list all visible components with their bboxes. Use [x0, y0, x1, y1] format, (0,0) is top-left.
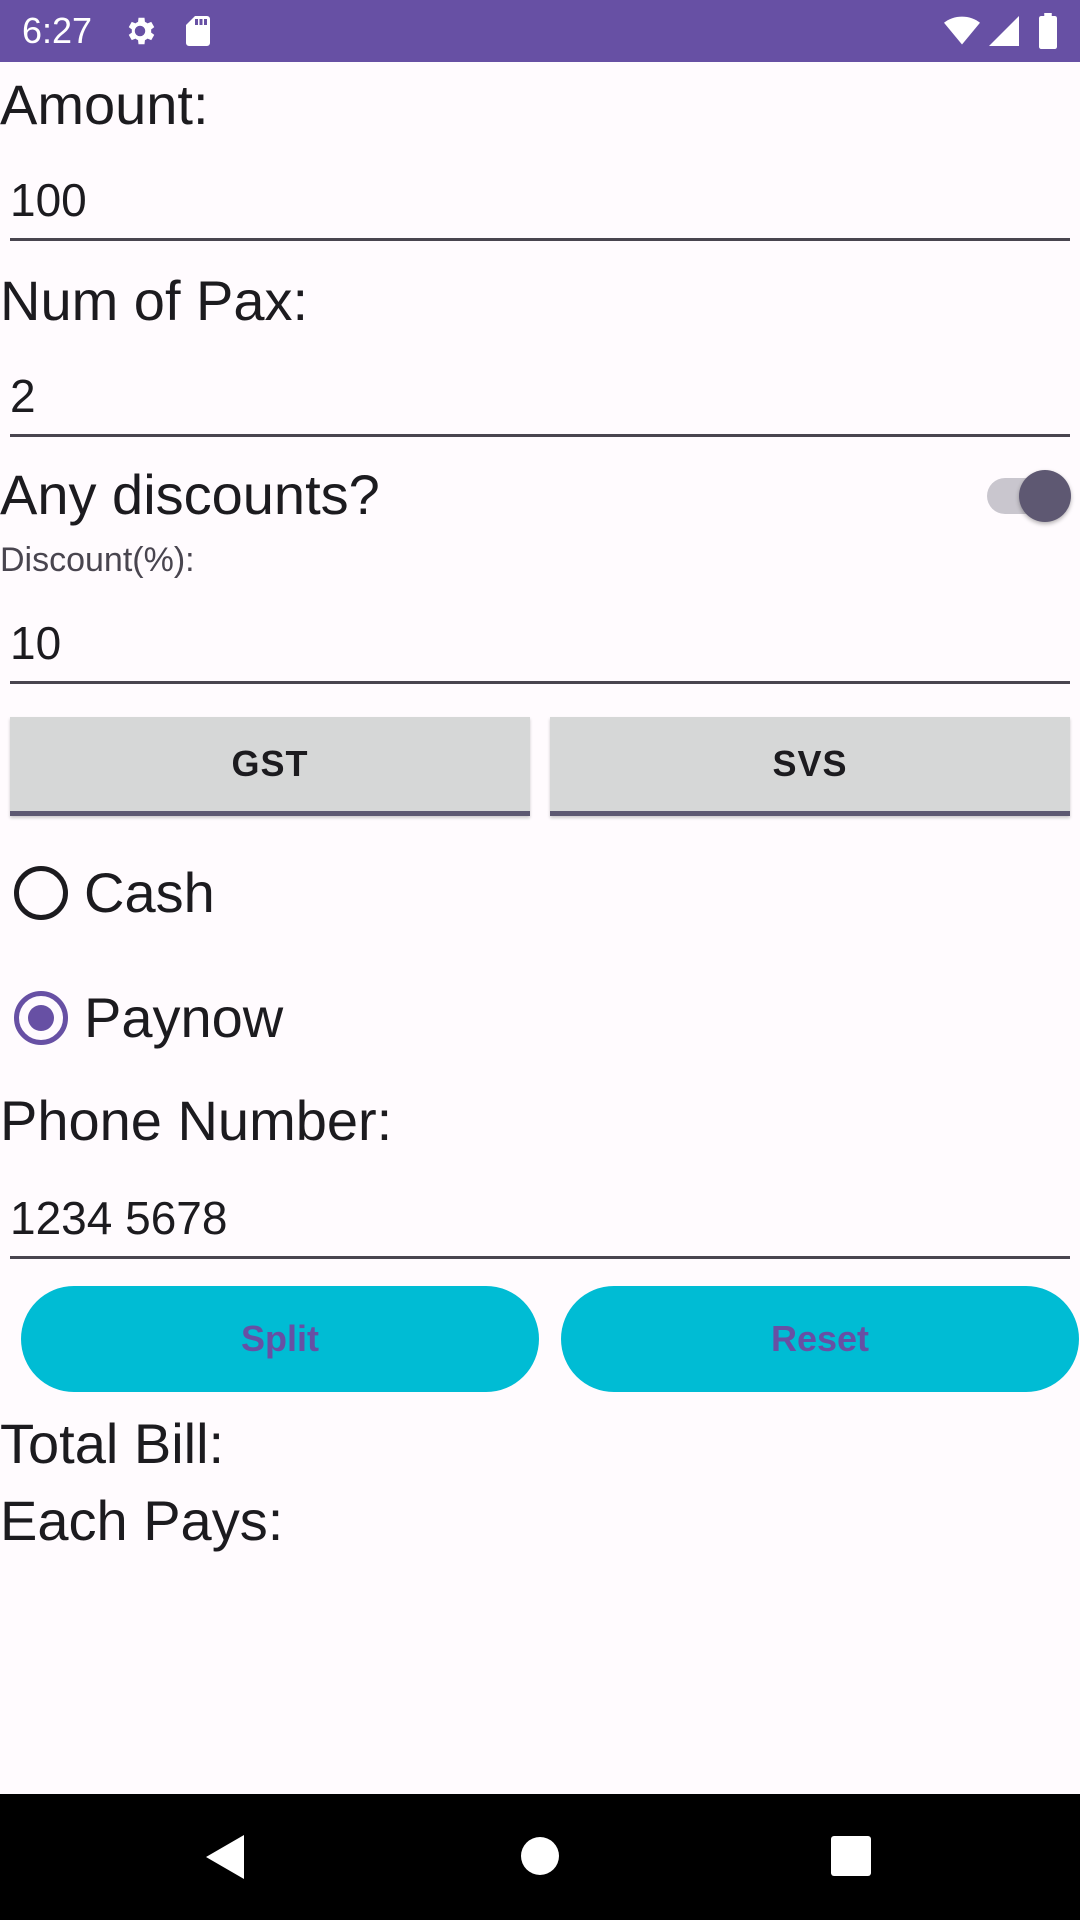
split-button[interactable]: Split	[21, 1286, 539, 1392]
cash-radio[interactable]	[14, 866, 68, 920]
svs-button[interactable]: SVS	[550, 717, 1070, 816]
reset-button[interactable]: Reset	[561, 1286, 1079, 1392]
pax-label: Num of Pax:	[0, 269, 309, 332]
paynow-radio[interactable]	[14, 991, 68, 1045]
discount-label: Discount(%):	[0, 541, 195, 579]
radio-selected-dot	[28, 1005, 54, 1031]
recents-icon[interactable]	[831, 1836, 871, 1881]
discount-field[interactable]: 10	[10, 611, 1070, 684]
paynow-label: Paynow	[84, 986, 284, 1049]
phone-label: Phone Number:	[0, 1089, 393, 1152]
cell-signal-icon	[986, 13, 1022, 49]
status-time: 6:27	[22, 10, 93, 51]
home-icon[interactable]	[520, 1836, 560, 1881]
gear-icon	[122, 13, 158, 49]
pax-field[interactable]: 2	[10, 364, 1070, 437]
discount-switch[interactable]	[985, 464, 1075, 526]
switch-thumb	[1019, 470, 1071, 522]
wifi-icon	[944, 13, 980, 49]
status-bar: 6:27	[0, 0, 1080, 62]
discount-value: 10	[10, 617, 62, 669]
cash-label: Cash	[84, 861, 215, 924]
phone-value: 1234 5678	[10, 1192, 228, 1244]
sd-card-icon	[180, 13, 216, 49]
pax-value: 2	[10, 370, 36, 422]
gst-button[interactable]: GST	[10, 717, 530, 816]
navigation-bar	[0, 1794, 1080, 1920]
back-icon[interactable]	[204, 1832, 248, 1887]
each-pays-label: Each Pays:	[0, 1489, 284, 1552]
phone-field[interactable]: 1234 5678	[10, 1186, 1070, 1259]
discount-toggle-label: Any discounts?	[0, 463, 380, 526]
amount-value: 100	[10, 174, 87, 226]
amount-label: Amount:	[0, 73, 209, 136]
battery-icon	[1036, 13, 1072, 49]
total-bill-label: Total Bill:	[0, 1412, 225, 1475]
amount-field[interactable]: 100	[10, 168, 1070, 241]
